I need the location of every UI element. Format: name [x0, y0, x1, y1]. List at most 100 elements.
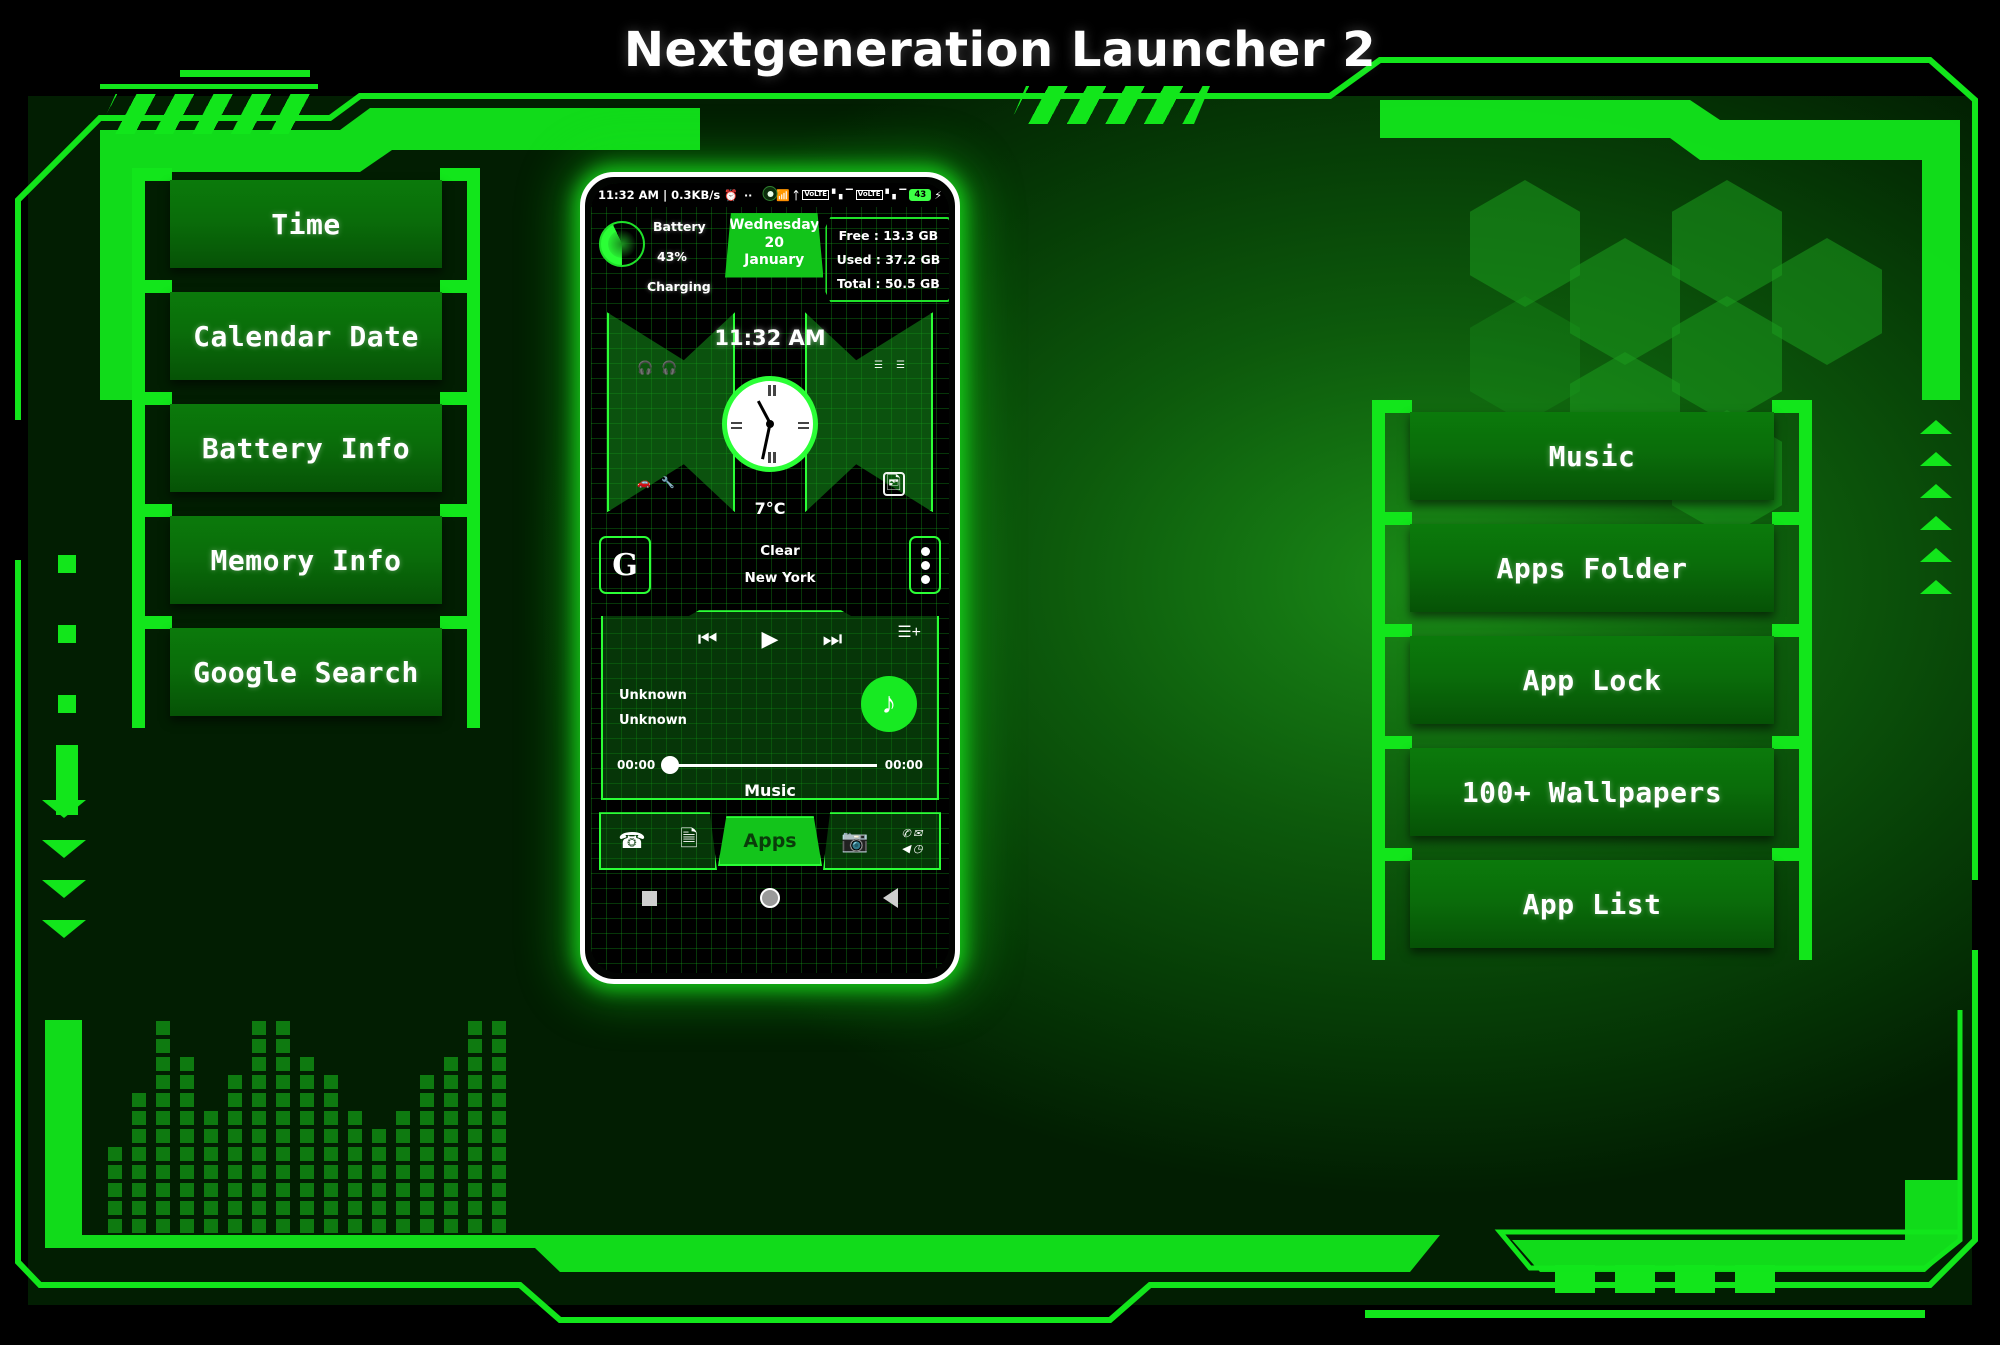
seek-knob[interactable]	[661, 756, 680, 775]
messages-icon[interactable]: 🗎	[680, 822, 698, 860]
status-bar-left-text: 11:32 AM | 0.3KB/s	[598, 188, 721, 202]
right-menu-button-2[interactable]: App Lock	[1410, 636, 1774, 724]
whatsapp-icon: ✆	[901, 828, 911, 841]
status-more-dots: ··	[743, 188, 753, 202]
battery-widget[interactable]: Battery 43% Charging	[595, 213, 723, 301]
phone-screen: 11:32 AM | 0.3KB/s ⏰ ·· 📶 ᛏ VoLTE ▘▖▔ Vo…	[591, 183, 949, 973]
camera-punch-hole	[762, 186, 778, 201]
right-menu-button-3[interactable]: 100+ Wallpapers	[1410, 748, 1774, 836]
skip-previous-icon[interactable]: ⏮	[698, 626, 718, 652]
phone-mockup: 11:32 AM | 0.3KB/s ⏰ ·· 📶 ᛏ VoLTE ▘▖▔ Vo…	[580, 172, 960, 984]
battery-widget-title: Battery	[653, 219, 706, 234]
duration-time: 00:00	[884, 758, 923, 773]
home-circle-icon[interactable]	[759, 888, 780, 909]
play-icon[interactable]: ▶	[762, 626, 779, 652]
memory-free: Free : 13.3 GB	[838, 228, 939, 243]
menu-item-time[interactable]: Time	[132, 168, 480, 280]
playlist-add-icon[interactable]: ☰+	[897, 622, 921, 642]
bracket-right	[1768, 512, 1812, 624]
weather-temperature: 7°C	[754, 499, 786, 519]
battery-widget-percent: 43%	[657, 249, 687, 264]
back-triangle-icon[interactable]	[882, 888, 898, 909]
alarm-clock-icon: ⏰	[724, 188, 738, 202]
tools-icon[interactable]: 🔧	[661, 476, 675, 489]
battery-dial-icon	[599, 221, 645, 267]
apps-drawer-button[interactable]: Apps	[718, 816, 822, 867]
three-dots-icon[interactable]	[909, 536, 941, 595]
left-menu-button-3[interactable]: Memory Info	[170, 516, 442, 604]
player-seek-row: 00:00 00:00	[617, 756, 923, 775]
recents-square-icon[interactable]	[642, 890, 658, 906]
email-icon: ✉	[913, 828, 923, 841]
left-menu-button-1[interactable]: Calendar Date	[170, 292, 442, 380]
bracket-right	[1768, 624, 1812, 736]
seek-slider[interactable]	[661, 756, 877, 775]
weather-info[interactable]: Clear New York	[651, 538, 909, 592]
phone-status-bar: 11:32 AM | 0.3KB/s ⏰ ·· 📶 ᛏ VoLTE ▘▖▔ Vo…	[591, 183, 949, 207]
wifi-icon: 📶	[776, 188, 790, 202]
menu-item-app-lock[interactable]: App Lock	[1372, 624, 1812, 736]
dock-group-right[interactable]: 📷 ✆ ✉ ◀ ◷	[823, 812, 941, 871]
music-note-icon[interactable]: ♪	[861, 676, 917, 733]
menu-item-battery-info[interactable]: Battery Info	[132, 392, 480, 504]
date-widget[interactable]: Wednesday 20 January	[725, 213, 824, 278]
left-menu-button-2[interactable]: Battery Info	[170, 404, 442, 492]
left-menu: Time Calendar Date Battery Info Memory I…	[132, 168, 480, 740]
bracket-right	[436, 392, 480, 504]
bracket-right	[1768, 736, 1812, 848]
bracket-right	[436, 168, 480, 280]
phone-dock: ☎ 🗎 Apps 📷 ✆ ✉ ◀ ◷	[591, 806, 949, 876]
clock-app-icon: ◷	[913, 843, 923, 856]
menu-item-music[interactable]: Music	[1372, 400, 1812, 512]
gallery-icon[interactable]: 🖻	[882, 472, 905, 497]
date-day: 20	[764, 234, 784, 251]
list-icon[interactable]: ☰	[896, 360, 905, 371]
camera-icon[interactable]: 📷	[841, 828, 868, 854]
app-folder-preview[interactable]: ✆ ✉ ◀ ◷	[901, 827, 922, 855]
bracket-right	[436, 616, 480, 728]
google-search-button[interactable]: G	[599, 536, 651, 595]
bluetooth-icon: ᛏ	[792, 188, 800, 202]
top-widget-row: Battery 43% Charging Wednesday 20 Januar…	[591, 207, 949, 303]
track-title: Unknown	[619, 688, 687, 704]
playlist-icon[interactable]: ☰	[874, 360, 883, 371]
headphones-icon-2[interactable]: 🎧	[661, 360, 677, 376]
skip-next-icon[interactable]: ⏭	[822, 626, 842, 652]
clock-center-hub	[766, 420, 774, 429]
right-menu-button-4[interactable]: App List	[1410, 860, 1774, 948]
menu-item-wallpapers[interactable]: 100+ Wallpapers	[1372, 736, 1812, 848]
menu-item-google-search[interactable]: Google Search	[132, 616, 480, 728]
volte-icon-2: VoLTE	[855, 190, 883, 200]
track-artist: Unknown	[619, 712, 687, 728]
android-nav-bar	[591, 876, 949, 920]
app-stage: Nextgeneration Launcher 2 Time Calendar …	[0, 0, 2000, 1345]
phone-icon[interactable]: ☎	[618, 828, 645, 854]
memory-widget[interactable]: Free : 13.3 GB Used : 37.2 GB Total : 50…	[825, 217, 949, 303]
right-menu-button-1[interactable]: Apps Folder	[1410, 524, 1774, 612]
player-controls: ⏮ ▶ ⏭	[617, 626, 923, 652]
weather-condition: Clear	[760, 543, 800, 560]
bracket-right	[436, 504, 480, 616]
menu-item-memory-info[interactable]: Memory Info	[132, 504, 480, 616]
search-weather-row: G Clear New York	[591, 524, 949, 606]
right-menu-button-0[interactable]: Music	[1410, 412, 1774, 500]
left-menu-button-4[interactable]: Google Search	[170, 628, 442, 716]
car-icon[interactable]: 🚗	[637, 476, 651, 489]
analog-clock	[722, 376, 818, 473]
music-player-widget: ☰+ ⏮ ▶ ⏭ Unknown Unknown ♪ 00:00 00:00 M…	[601, 610, 939, 801]
weather-city: New York	[744, 570, 816, 587]
battery-indicator: 43	[909, 189, 932, 201]
track-info: Unknown Unknown	[619, 684, 687, 733]
right-menu: Music Apps Folder App Lock 100+ Wallpape…	[1372, 400, 1812, 972]
menu-item-calendar-date[interactable]: Calendar Date	[132, 280, 480, 392]
memory-total: Total : 50.5 GB	[837, 275, 940, 291]
dock-group-left[interactable]: ☎ 🗎	[599, 812, 717, 871]
headphones-icon-1[interactable]: 🎧	[637, 360, 653, 376]
menu-item-apps-folder[interactable]: Apps Folder	[1372, 512, 1812, 624]
volte-icon-1: VoLTE	[802, 190, 830, 200]
memory-used: Used : 37.2 GB	[836, 251, 941, 267]
clock-widget[interactable]: 11:32 AM 🎧 🎧 ☰ ☰ 🚗 🔧 🖻 7°C	[591, 304, 949, 524]
menu-item-app-list[interactable]: App List	[1372, 848, 1812, 960]
left-menu-button-0[interactable]: Time	[170, 180, 442, 268]
date-month: January	[744, 252, 805, 268]
